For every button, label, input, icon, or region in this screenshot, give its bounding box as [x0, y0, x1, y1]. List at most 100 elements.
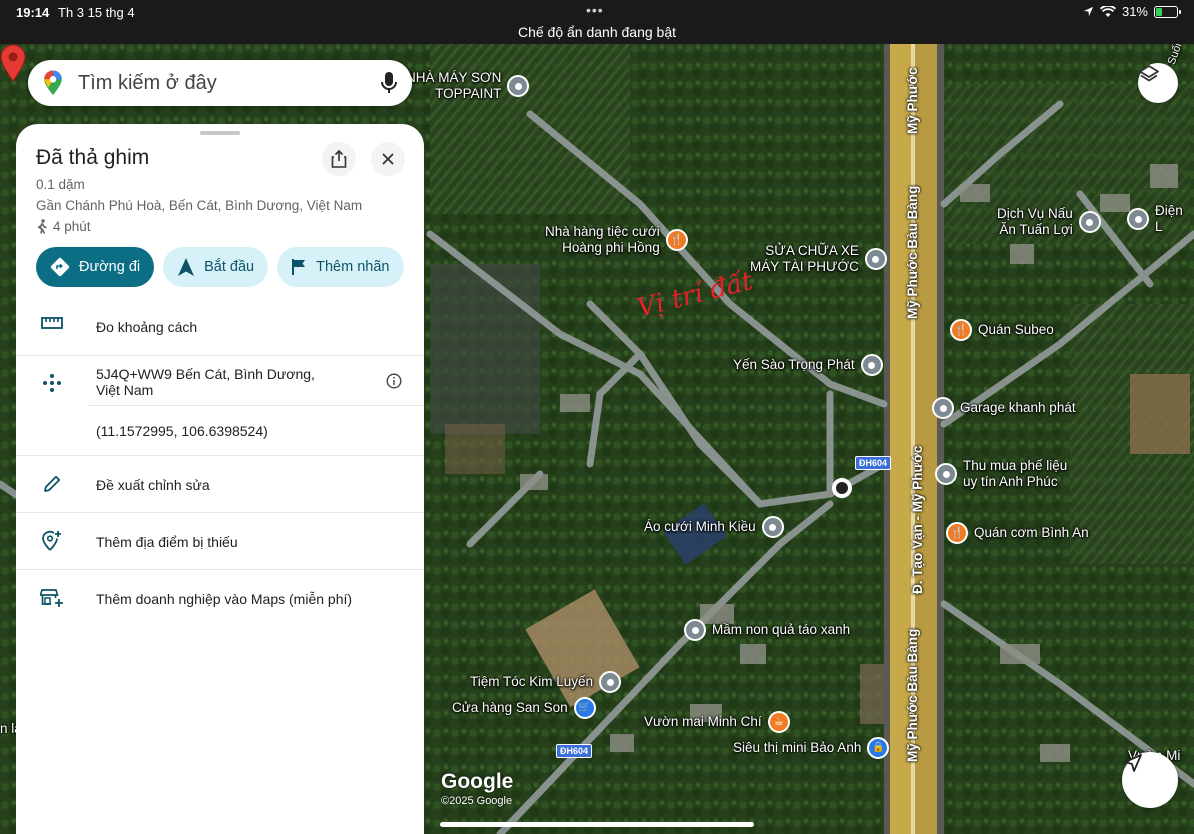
poi-pin-icon: [860, 354, 883, 376]
add-label-button[interactable]: Thêm nhãn: [277, 247, 404, 287]
plus-code-icon: [40, 373, 64, 393]
restaurant-icon: 🍴: [950, 319, 972, 341]
poi-pin-icon: [932, 397, 954, 419]
share-icon: [331, 150, 347, 168]
status-bar: 19:14 Th 3 15 thg 4 ••• Chế độ ẩn danh đ…: [0, 0, 1194, 44]
directions-button[interactable]: Đường đi: [36, 247, 155, 287]
home-indicator[interactable]: [440, 822, 754, 827]
map-copyright: ©2025 Google: [441, 795, 513, 807]
school-icon: [684, 619, 706, 641]
poi-quan-com[interactable]: 🍴 Quán cơm Bình An: [946, 522, 1089, 544]
close-icon: [382, 153, 394, 165]
distance: 0.1 dặm: [36, 177, 85, 192]
restaurant-icon: 🍴: [665, 229, 688, 251]
location-arrow-icon: [1083, 6, 1094, 17]
action-buttons: Đường đi Bắt đầu Thêm nhãn: [36, 247, 404, 287]
walk-time: 4 phút: [36, 219, 91, 234]
incognito-notice: Chế độ ẩn danh đang bật: [517, 24, 677, 40]
add-business-row[interactable]: Thêm doanh nghiệp vào Maps (miễn phí): [16, 582, 424, 616]
poi-quan-subeo[interactable]: 🍴 Quán Subeo: [950, 319, 1054, 341]
poi-wedding-restaurant[interactable]: 🍴 Nhà hàng tiệc cưới Hoàng phi Hồng: [545, 224, 688, 256]
plus-code-row[interactable]: 5J4Q+WW9 Bến Cát, Bình Dương, Việt Nam: [16, 362, 424, 406]
divider: [16, 512, 424, 513]
navigation-arrow-icon: [1124, 754, 1142, 772]
poi-toppaint[interactable]: NHÀ MÁY SƠN TOPPAINT: [406, 70, 530, 102]
navigation-icon: [178, 258, 195, 276]
pencil-icon: [40, 474, 64, 494]
walking-icon: [37, 219, 47, 234]
flag-icon: [292, 259, 306, 275]
search-bar[interactable]: Tìm kiếm ở đây: [28, 60, 412, 106]
shopping-bag-icon: 🔒: [867, 737, 890, 759]
poi-hair-salon[interactable]: Tiệm Tóc Kim Luyến: [470, 671, 622, 693]
poi-motorbike-repair[interactable]: SỬA CHỮA XE MÁY TÀI PHƯỚC: [750, 243, 887, 275]
divider: [88, 405, 424, 406]
poi-pin-icon: [507, 75, 530, 97]
cafe-icon: ☕: [767, 711, 790, 733]
poi-pin-icon: [864, 248, 887, 270]
poi-vuon-mai[interactable]: ☕ Vườn mai Minh Chí: [644, 711, 790, 733]
search-input[interactable]: Tìm kiếm ở đây: [78, 72, 380, 95]
close-button[interactable]: [371, 142, 405, 176]
poi-pin-icon: [935, 463, 957, 485]
layers-button[interactable]: [1138, 63, 1178, 103]
my-location-dot: [832, 478, 852, 498]
add-missing-place-row[interactable]: Thêm địa điểm bị thiếu: [16, 525, 424, 559]
maps-pin-logo-icon: [44, 70, 62, 96]
plus-code-text: 5J4Q+WW9 Bến Cát, Bình Dương, Việt Nam: [96, 366, 315, 398]
poi-scrap-buyer[interactable]: Thu mua phế liệu uy tín Anh Phúc: [935, 458, 1067, 490]
divider: [16, 455, 424, 456]
poi-garage[interactable]: Garage khanh phát: [932, 397, 1076, 419]
poi-pin-icon: [599, 671, 622, 693]
poi-pin-icon: [761, 516, 784, 538]
measure-distance-label: Đo khoảng cách: [96, 319, 198, 335]
poi-kindergarten[interactable]: Mầm non quả táo xanh: [684, 619, 850, 641]
directions-icon: [50, 257, 70, 277]
layers-icon: [1139, 65, 1159, 82]
my-location-button[interactable]: [1122, 752, 1178, 808]
start-navigation-button[interactable]: Bắt đầu: [163, 247, 269, 287]
add-missing-place-label: Thêm địa điểm bị thiếu: [96, 534, 238, 550]
road-label: Mỹ Phước Bàu Bàng: [905, 628, 920, 762]
wifi-icon: [1099, 5, 1116, 17]
add-business-icon: [40, 587, 64, 609]
panel-title: Đã thả ghim: [36, 146, 150, 169]
road-label: Mỹ Phước: [905, 67, 920, 134]
coordinates-text: (11.1572995, 106.6398524): [96, 423, 268, 439]
info-icon[interactable]: [386, 373, 402, 389]
poi-pin-icon: [1127, 208, 1149, 230]
drag-handle[interactable]: [200, 131, 240, 135]
battery-percent: 31%: [1121, 4, 1148, 19]
poi-pin-icon: [1078, 211, 1101, 233]
road-shield: ĐH604: [855, 456, 892, 470]
share-button[interactable]: [322, 142, 356, 176]
poi-mini-market[interactable]: 🔒 Siêu thị mini Bảo Anh: [733, 737, 890, 759]
coordinates-row[interactable]: (11.1572995, 106.6398524): [16, 416, 424, 446]
suggest-edit-row[interactable]: Đề xuất chỉnh sửa: [16, 468, 424, 502]
dropped-pin-panel: Đã thả ghim 0.1 dặm Gần Chánh Phú Hoà, B…: [16, 124, 424, 834]
status-time: 19:14: [16, 5, 50, 20]
road-label: Đ. Tạo Vạn - Mỹ Phước: [910, 445, 925, 594]
battery-icon: [1154, 5, 1181, 18]
road-shield: ĐH604: [556, 744, 593, 758]
poi-shop-san-son[interactable]: 🛒 Cửa hàng San Son: [452, 697, 596, 719]
multitasking-dots-icon[interactable]: •••: [586, 2, 604, 18]
ruler-icon: [40, 317, 64, 329]
road-label: Mỹ Phước Bàu Bàng: [905, 185, 920, 319]
google-logo: Google: [441, 770, 514, 793]
shopping-cart-icon: 🛒: [573, 697, 596, 719]
poi-electric[interactable]: Điện L: [1127, 203, 1194, 235]
poi-wedding-dress[interactable]: Áo cưới Minh Kiều: [644, 516, 784, 538]
divider: [16, 355, 424, 356]
add-location-icon: [40, 530, 64, 552]
status-indicators: 31%: [1083, 4, 1181, 19]
restaurant-icon: 🍴: [946, 522, 968, 544]
dropped-pin-icon[interactable]: [0, 44, 26, 82]
measure-distance-row[interactable]: Đo khoảng cách: [16, 310, 424, 342]
poi-cooking-service[interactable]: Dịch Vụ Nấu Ăn Tuấn Lợi: [997, 206, 1101, 238]
suggest-edit-label: Đề xuất chỉnh sửa: [96, 477, 210, 493]
address: Gần Chánh Phú Hoà, Bến Cát, Bình Dương, …: [36, 198, 363, 213]
microphone-icon[interactable]: [380, 71, 398, 95]
poi-yen-sao[interactable]: Yến Sào Trọng Phát: [733, 354, 883, 376]
add-business-label: Thêm doanh nghiệp vào Maps (miễn phí): [96, 591, 353, 607]
